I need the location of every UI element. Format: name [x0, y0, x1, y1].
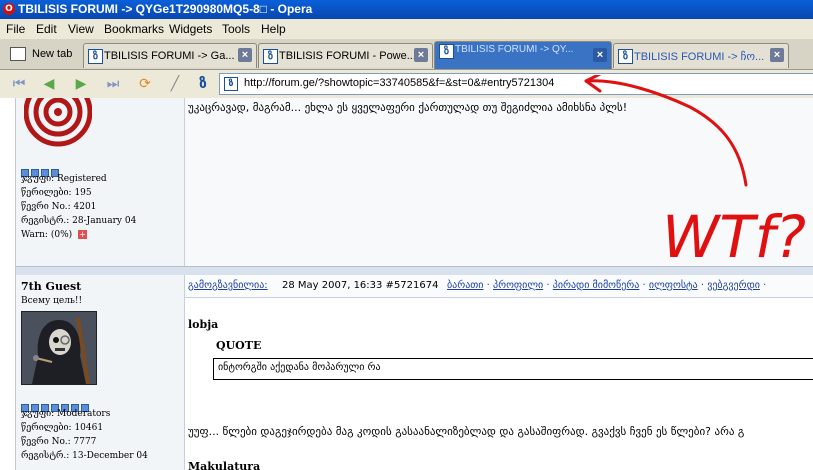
rewind-icon[interactable]: ⏮ [10, 75, 28, 93]
post-header-link[interactable]: გამოგზავნილია: [188, 280, 268, 291]
quote-label: QUOTE [216, 339, 262, 352]
author-posts: წერილები: 195 [21, 188, 92, 198]
back-icon[interactable]: ◀ [40, 75, 58, 93]
page-content: ჯგუფი: Registered წერილები: 195 წევრი No… [0, 98, 813, 470]
menu-help[interactable]: Help [261, 22, 286, 36]
left-gutter [0, 98, 16, 470]
menu-tools[interactable]: Tools [222, 22, 250, 36]
tab-2[interactable]: ზ TBILISIS FORUMI - Powe... × [258, 43, 433, 68]
post-date: 28 May 2007, 16:33 #5721674 [282, 280, 439, 291]
author-panel: ჯგუფი: Registered წერილები: 195 წევრი No… [16, 98, 185, 266]
action-link[interactable]: პირადი მიმოწერა [553, 280, 640, 291]
window-title: TBILISIS FORUMI -> QYGe1T290980MQ5-8□ - … [18, 2, 313, 16]
fast-forward-icon[interactable]: ⏭ [104, 75, 122, 93]
post-text: უკაცრავად, მაგრამ... ეხლა ეს ყველაფერი ქ… [188, 101, 628, 114]
post-actions: ბარათი · პროფილი · პირადი მიმოწერა · ილფ… [447, 280, 767, 291]
warn-plus-icon[interactable]: + [78, 230, 88, 239]
close-tab-icon[interactable]: × [414, 48, 428, 62]
author-posts: წერილები: 10461 [21, 423, 104, 433]
site-icon: ზ [199, 76, 207, 92]
quote-text: ინტორგში აქედანა მოპარული რა [218, 362, 381, 373]
new-tab-icon [10, 47, 26, 61]
author-member-no: წევრი No.: 4201 [21, 202, 97, 212]
post-header: გამოგზავნილია: 28 May 2007, 16:33 #57216… [185, 275, 813, 298]
tab-label: TBILISIS FORUMI -> QY... [455, 44, 574, 55]
tab-label: TBILISIS FORUMI -> ჩო... [634, 51, 765, 63]
edit-icon[interactable]: ╱ [166, 75, 184, 93]
rank-pips [21, 162, 61, 177]
new-tab-label: New tab [32, 48, 73, 60]
forum-favicon-icon: ზ [618, 49, 633, 64]
post-body: უკაცრავად, მაგრამ... ეხლა ეს ყველაფერი ქ… [185, 98, 813, 266]
post-text: უუფ... წლები დაგეჯირდება მაგ კოდის გასაა… [188, 425, 745, 438]
next-quoted-username: Makulatura [188, 460, 261, 470]
menu-edit[interactable]: Edit [36, 22, 57, 36]
tab-1[interactable]: ზ TBILISIS FORUMI -> Ga... × [83, 43, 257, 68]
menu-bar: File Edit View Bookmarks Widgets Tools H… [0, 19, 813, 39]
menu-view[interactable]: View [68, 22, 94, 36]
warn-label: Warn: (0%) [21, 230, 73, 240]
author-title: Всему цель!! [21, 296, 83, 306]
menu-file[interactable]: File [6, 22, 25, 36]
grim-reaper-avatar [21, 311, 97, 385]
rank-pips [21, 397, 91, 412]
title-bar: O TBILISIS FORUMI -> QYGe1T290980MQ5-8□ … [0, 0, 813, 19]
author-name[interactable]: 7th Guest [21, 280, 81, 293]
action-link[interactable]: ვებგვერდი [707, 280, 760, 291]
tab-3-active[interactable]: ზ TBILISIS FORUMI -> QY... × [434, 41, 612, 69]
author-member-no: წევრი No.: 7777 [21, 437, 97, 447]
address-url[interactable]: http://forum.ge/?showtopic=33740585&f=&s… [244, 77, 554, 89]
opera-logo-icon: O [3, 3, 15, 15]
author-group: ჯგუფი: Moderators [21, 409, 111, 419]
forum-favicon-icon: ზ [263, 49, 278, 64]
forum-post-2: 7th Guest Всему цель!! ჯგუფი: Moderators… [16, 275, 813, 470]
close-tab-icon[interactable]: × [593, 48, 607, 62]
author-registered: რეგისტრ.: 13-December 04 [21, 451, 148, 461]
action-link[interactable]: პროფილი [493, 280, 543, 291]
navigation-bar: ⏮ ◀ ▶ ⏭ ⟳ ╱ ზ ზ http://forum.ge/?showtop… [0, 70, 813, 99]
action-link[interactable]: ილფოსტა [649, 280, 698, 291]
author-registered: რეგისტრ.: 28-January 04 [21, 216, 137, 226]
quote-box: ინტორგში აქედანა მოპარული რა [213, 358, 813, 380]
menu-widgets[interactable]: Widgets [169, 22, 212, 36]
spiral-avatar-icon [24, 98, 92, 147]
tab-label: TBILISIS FORUMI -> Ga... [104, 50, 235, 62]
address-favicon-icon: ზ [224, 77, 238, 91]
quoted-username: lobja [188, 318, 219, 331]
post-body: გამოგზავნილია: 28 May 2007, 16:33 #57216… [185, 275, 813, 470]
forward-icon[interactable]: ▶ [72, 75, 90, 93]
tab-label: TBILISIS FORUMI - Powe... [279, 50, 416, 62]
address-bar[interactable]: ზ http://forum.ge/?showtopic=33740585&f=… [219, 73, 813, 95]
action-link[interactable]: ბარათი [447, 280, 483, 291]
forum-favicon-icon: ზ [88, 49, 103, 64]
reload-icon[interactable]: ⟳ [136, 75, 154, 93]
close-tab-icon[interactable]: × [770, 48, 784, 62]
forum-favicon-icon: ზ [439, 44, 454, 59]
author-warn: Warn: (0%) + [21, 230, 88, 240]
forum-post-1: ჯგუფი: Registered წერილები: 195 წევრი No… [16, 98, 813, 266]
tab-bar: New tab ზ TBILISIS FORUMI -> Ga... × ზ T… [0, 39, 813, 70]
author-panel: 7th Guest Всему цель!! ჯგუფი: Moderators… [16, 275, 185, 470]
author-group: ჯგუფი: Registered [21, 174, 107, 184]
menu-bookmarks[interactable]: Bookmarks [104, 22, 164, 36]
tab-4[interactable]: ზ TBILISIS FORUMI -> ჩო... × [613, 43, 789, 68]
close-tab-icon[interactable]: × [238, 48, 252, 62]
